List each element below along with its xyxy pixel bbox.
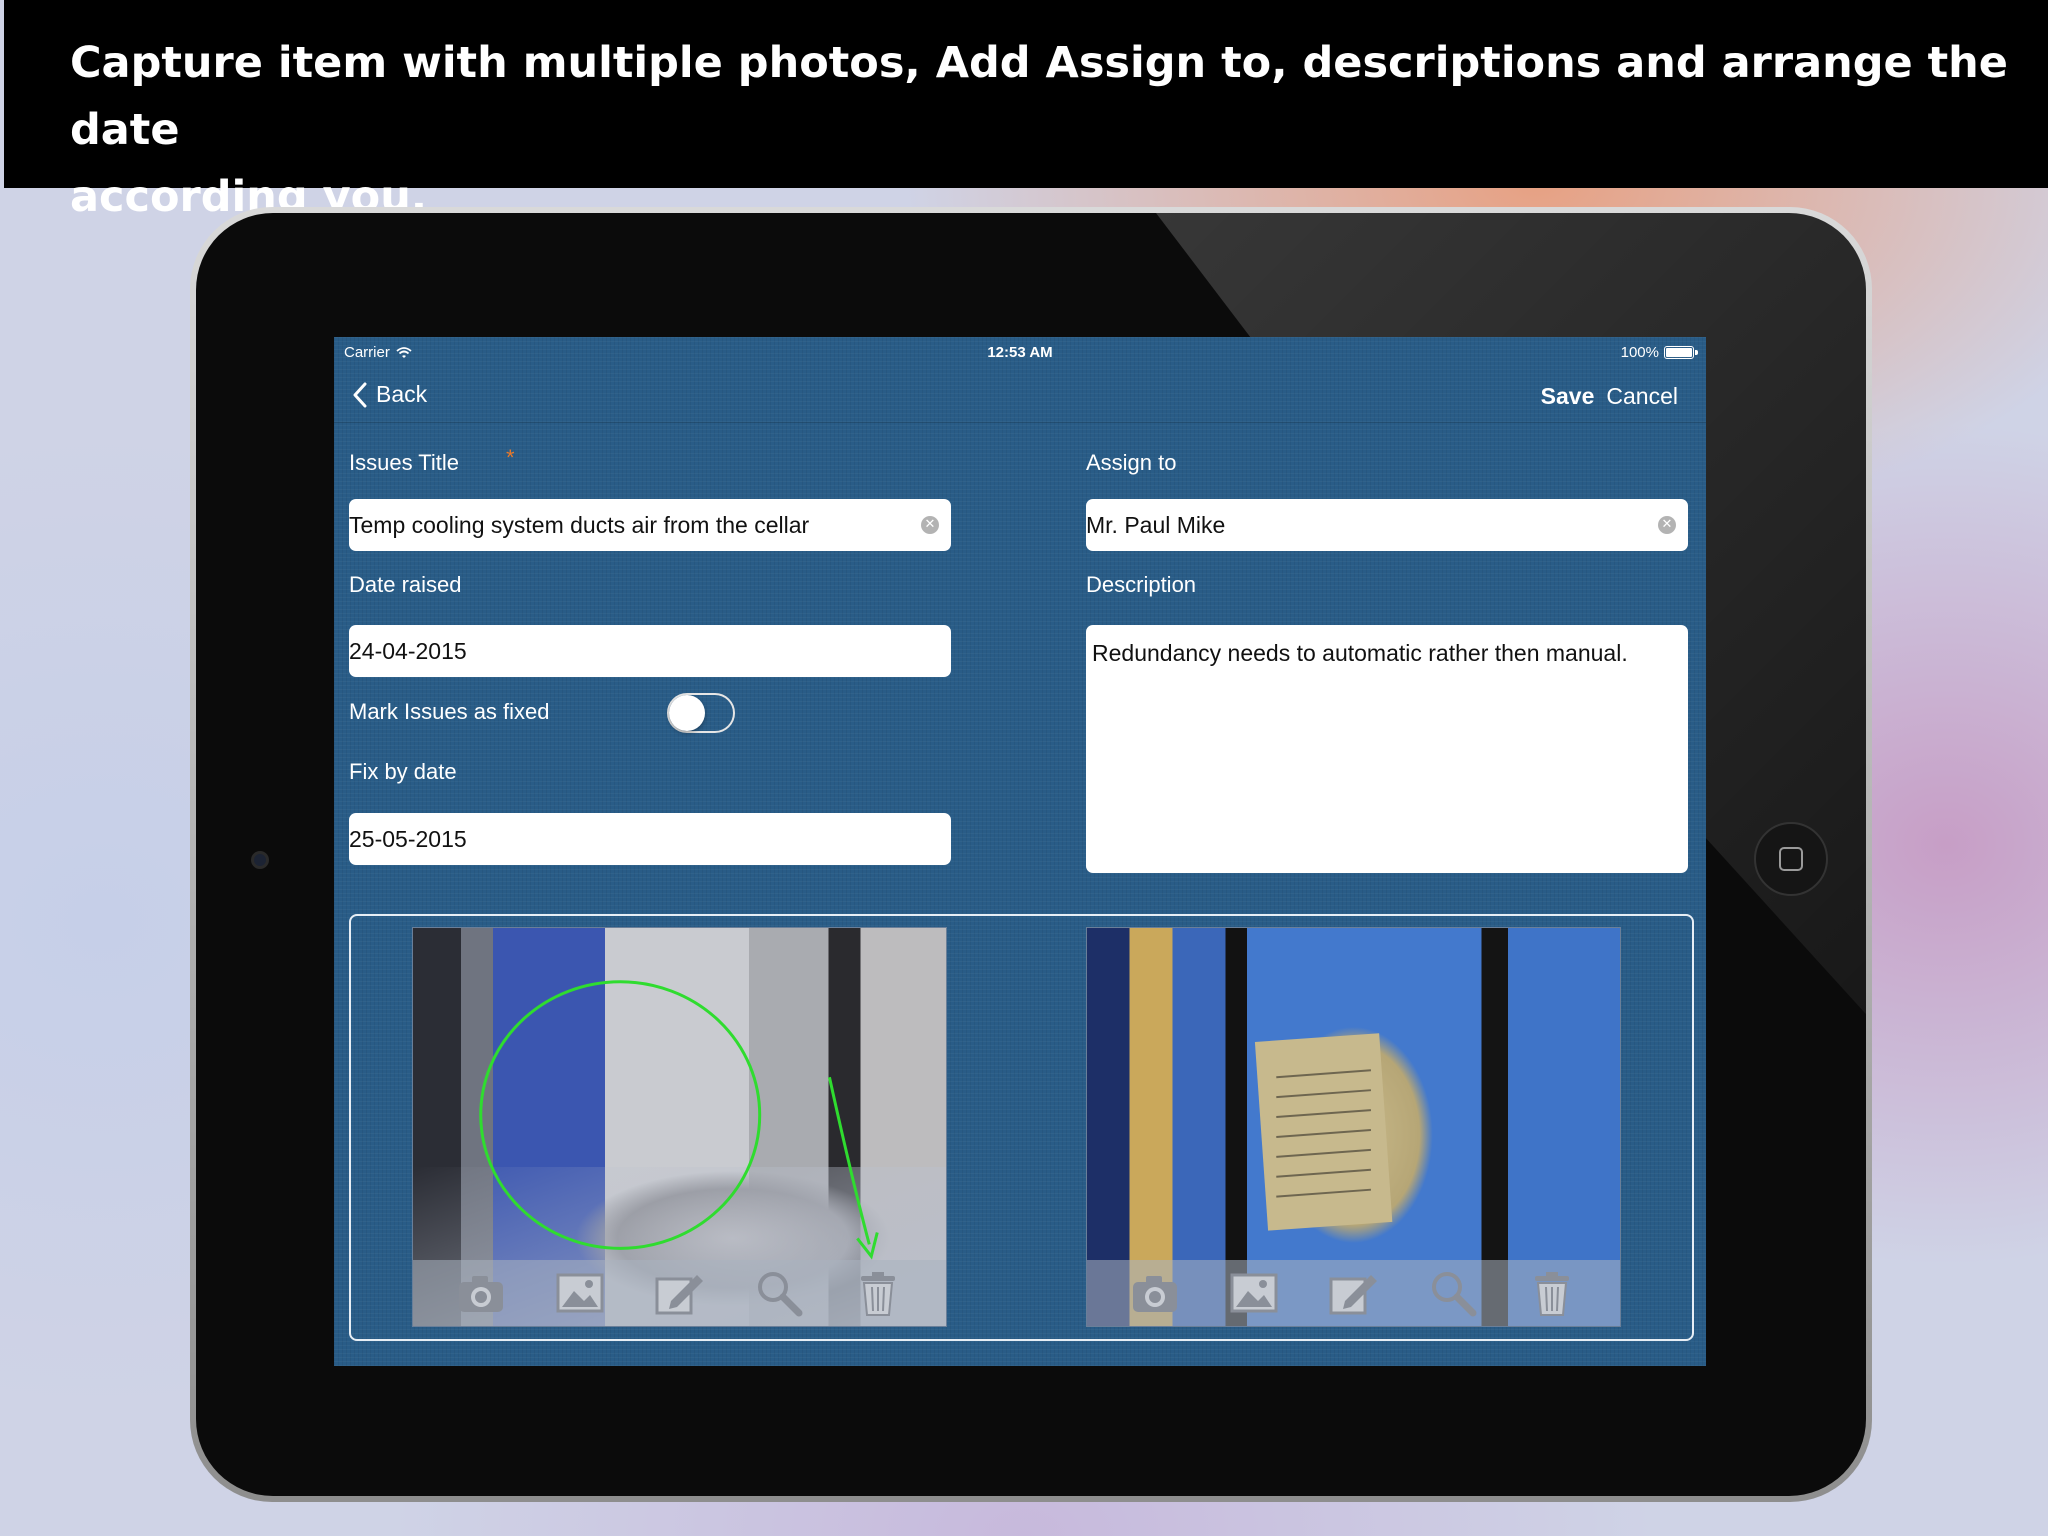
assign-to-label: Assign to <box>1086 450 1177 475</box>
back-button[interactable]: Back <box>352 381 427 408</box>
save-button[interactable]: Save <box>1541 383 1595 410</box>
camera-icon <box>1132 1276 1177 1312</box>
banner-line-1: Capture item with multiple photos, Add A… <box>70 38 2008 155</box>
fix-by-date-field[interactable]: 25-05-2015 <box>349 813 951 865</box>
fix-by-date-label: Fix by date <box>349 759 457 784</box>
edit-icon <box>655 1275 704 1315</box>
battery-icon <box>1664 346 1698 359</box>
camera-button[interactable] <box>453 1267 509 1319</box>
description-textarea[interactable]: Redundancy needs to automatic rather the… <box>1086 625 1688 873</box>
assign-to-value: Mr. Paul Mike <box>1086 511 1226 538</box>
zoom-button[interactable] <box>751 1267 807 1319</box>
photos-panel <box>349 914 1694 1341</box>
photo-thumbnail-2[interactable] <box>1086 927 1621 1327</box>
edit-button[interactable] <box>651 1267 707 1319</box>
issues-title-input[interactable]: Temp cooling system ducts air from the c… <box>349 499 951 551</box>
battery-percent: 100% <box>1620 344 1659 361</box>
cancel-button[interactable]: Cancel <box>1606 383 1678 410</box>
camera-button[interactable] <box>1127 1267 1183 1319</box>
issues-title-label: Issues Title <box>349 450 460 475</box>
app-screen: Carrier 12:53 AM 100% Back Save Cancel I… <box>334 337 1706 1366</box>
delete-button[interactable] <box>850 1267 906 1319</box>
gallery-button[interactable] <box>1226 1267 1282 1319</box>
navigation-bar: Back Save Cancel <box>334 363 1706 423</box>
battery-indicator: 100% <box>1620 344 1698 361</box>
chevron-left-icon <box>353 382 367 407</box>
tablet-frame: Carrier 12:53 AM 100% Back Save Cancel I… <box>190 207 1872 1502</box>
home-square-icon <box>1779 847 1803 871</box>
gallery-icon <box>556 1273 604 1313</box>
photo-thumbnail-1[interactable] <box>412 927 947 1327</box>
zoom-icon <box>757 1272 803 1317</box>
description-value: Redundancy needs to automatic rather the… <box>1092 640 1628 666</box>
date-raised-label: Date raised <box>349 572 462 597</box>
toggle-knob <box>669 695 705 731</box>
status-time: 12:53 AM <box>987 344 1053 361</box>
edit-icon <box>1329 1275 1378 1315</box>
back-label: Back <box>376 381 428 407</box>
trash-icon <box>1535 1272 1570 1316</box>
date-raised-value: 24-04-2015 <box>349 637 467 664</box>
gallery-icon <box>1230 1273 1278 1313</box>
photo-toolbar <box>413 1260 946 1326</box>
required-asterisk: * <box>506 445 515 470</box>
issues-title-value: Temp cooling system ducts air from the c… <box>349 511 810 538</box>
assign-to-input[interactable]: Mr. Paul Mike ✕ <box>1086 499 1688 551</box>
photo-toolbar <box>1087 1260 1620 1326</box>
clear-icon[interactable]: ✕ <box>1658 516 1676 534</box>
mark-fixed-toggle[interactable] <box>667 693 735 733</box>
camera-icon <box>458 1276 503 1312</box>
zoom-icon <box>1431 1272 1477 1317</box>
date-raised-field[interactable]: 24-04-2015 <box>349 625 951 677</box>
gallery-button[interactable] <box>552 1267 608 1319</box>
status-bar: Carrier 12:53 AM 100% <box>334 337 1706 363</box>
front-camera-icon <box>251 851 269 869</box>
promo-banner: Capture item with multiple photos, Add A… <box>4 0 2048 222</box>
tablet-bezel: Carrier 12:53 AM 100% Back Save Cancel I… <box>196 213 1866 1496</box>
fix-by-date-value: 25-05-2015 <box>349 825 467 852</box>
description-label: Description <box>1086 572 1197 597</box>
home-button[interactable] <box>1754 822 1828 896</box>
zoom-button[interactable] <box>1425 1267 1481 1319</box>
trash-icon <box>861 1272 896 1316</box>
mark-fixed-label: Mark Issues as fixed <box>349 699 550 724</box>
clear-icon[interactable]: ✕ <box>921 516 939 534</box>
delete-button[interactable] <box>1524 1267 1580 1319</box>
nav-actions: Save Cancel <box>1541 383 1678 410</box>
edit-button[interactable] <box>1325 1267 1381 1319</box>
